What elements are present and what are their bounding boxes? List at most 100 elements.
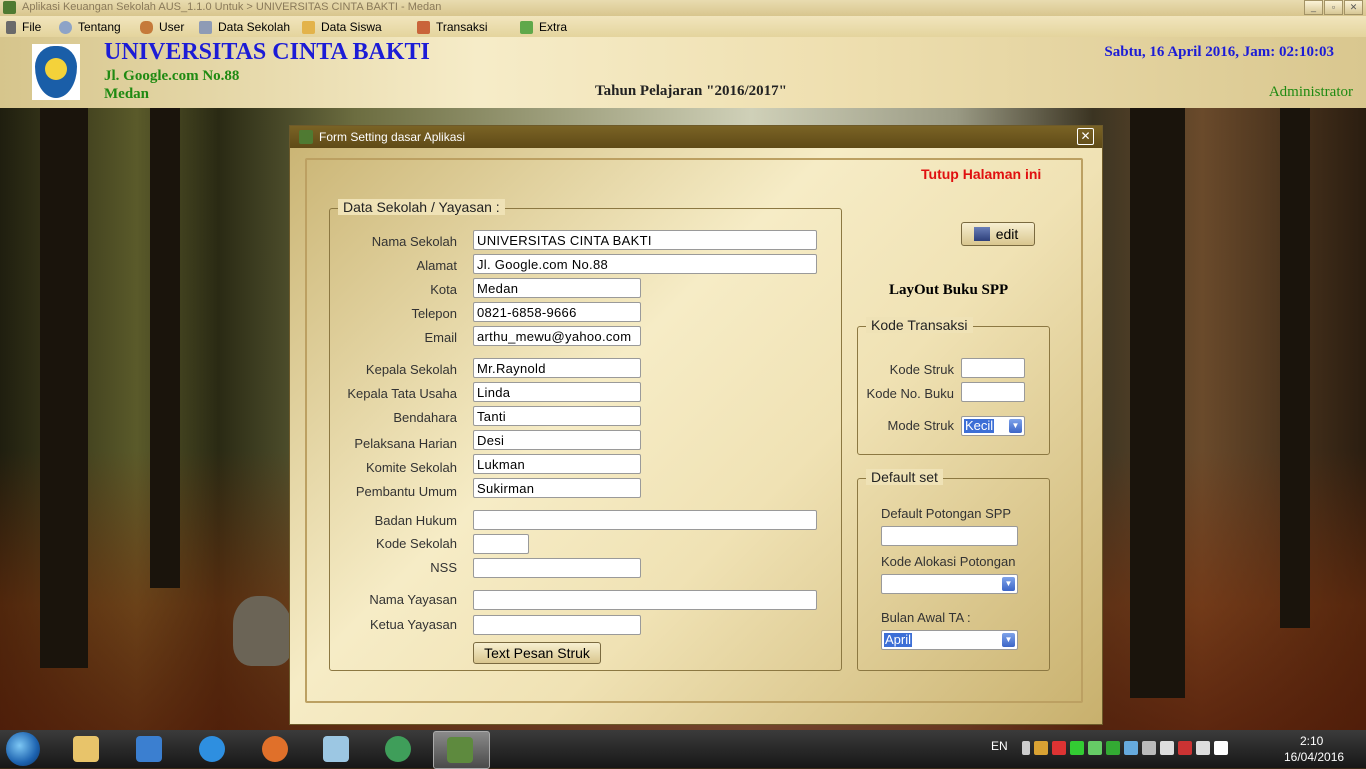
app-icon — [3, 1, 16, 14]
network-icon[interactable] — [1178, 741, 1192, 755]
tray-icon[interactable] — [1034, 741, 1048, 755]
dialog-icon — [299, 130, 313, 144]
kode-struk-field[interactable] — [961, 358, 1025, 378]
kode-buku-field[interactable] — [961, 382, 1025, 402]
tray-icon[interactable] — [1106, 741, 1120, 755]
label-badan-hukum: Badan Hukum — [374, 513, 457, 528]
kota-field[interactable]: Medan — [473, 278, 641, 298]
label-nama-sekolah: Nama Sekolah — [371, 234, 457, 249]
label-komite: Komite Sekolah — [365, 460, 457, 475]
kepala-sekolah-field[interactable]: Mr.Raynold — [473, 358, 641, 378]
tree-trunk — [150, 108, 180, 588]
volume-icon[interactable] — [1196, 741, 1210, 755]
clock-date[interactable]: 16/04/2016 — [1284, 750, 1344, 764]
language-indicator[interactable]: EN — [991, 739, 1008, 753]
pembantu-field[interactable]: Sukirman — [473, 478, 641, 498]
menu-extra[interactable]: Extra — [520, 19, 567, 35]
kode-sekolah-field[interactable] — [473, 534, 529, 554]
label-ketua-yayasan: Ketua Yayasan — [370, 617, 457, 632]
tray-icon[interactable] — [1142, 741, 1156, 755]
rock — [233, 596, 293, 666]
show-hidden-icon[interactable] — [1022, 741, 1030, 755]
bluetooth-icon[interactable] — [1124, 741, 1138, 755]
tray-icon[interactable] — [1214, 741, 1228, 755]
group-label: Kode Transaksi — [866, 317, 973, 333]
telepon-field[interactable]: 0821-6858-9666 — [473, 302, 641, 322]
alamat-field[interactable]: Jl. Google.com No.88 — [473, 254, 817, 274]
menu-label: Data Siswa — [321, 20, 382, 34]
taskbar-media-player[interactable] — [123, 731, 175, 767]
default-potongan-field[interactable] — [881, 526, 1018, 546]
chevron-down-icon[interactable]: ▼ — [1002, 633, 1015, 647]
taskbar-explorer[interactable] — [60, 731, 112, 767]
menu-file[interactable]: File — [6, 19, 41, 35]
edit-button-label: edit — [995, 226, 1019, 242]
window-title: Aplikasi Keuangan Sekolah AUS_1.1.0 Untu… — [22, 1, 442, 13]
school-icon — [199, 20, 212, 34]
dialog-close-button[interactable]: ✕ — [1077, 128, 1094, 145]
close-window-button[interactable]: ✕ — [1344, 0, 1363, 15]
menu-bar: File Tentang User Data Sekolah Data Sisw… — [0, 16, 1366, 37]
dialog-title: Form Setting dasar Aplikasi — [319, 130, 466, 144]
taskbar-notepad[interactable] — [310, 731, 362, 767]
edit-button[interactable]: edit — [961, 222, 1035, 246]
tray-icon[interactable] — [1070, 741, 1084, 755]
menu-label: File — [22, 20, 42, 34]
maximize-button[interactable]: ▫ — [1324, 0, 1343, 15]
taskbar-firefox[interactable] — [249, 731, 301, 767]
system-tray — [1022, 741, 1228, 755]
user-icon — [140, 20, 153, 34]
label-alamat: Alamat — [416, 258, 457, 273]
university-address: Jl. Google.com No.88 — [104, 68, 240, 84]
gear-icon — [59, 20, 72, 34]
komite-field[interactable]: Lukman — [473, 454, 641, 474]
start-button[interactable] — [6, 732, 40, 766]
menu-data-sekolah[interactable]: Data Sekolah — [199, 19, 290, 35]
label-pelaksana: Pelaksana Harian — [354, 436, 457, 451]
edit-icon — [974, 227, 990, 241]
nss-field[interactable] — [473, 558, 641, 578]
tray-icon[interactable] — [1160, 741, 1174, 755]
kepala-tu-field[interactable]: Linda — [473, 382, 641, 402]
tray-icon[interactable] — [1052, 741, 1066, 755]
tray-icon[interactable] — [1088, 741, 1102, 755]
dialog-title-bar: Form Setting dasar Aplikasi ✕ — [290, 126, 1102, 148]
kode-alokasi-dropdown[interactable]: ▼ — [881, 574, 1018, 594]
email-field[interactable]: arthu_mewu@yahoo.com — [473, 326, 641, 346]
app-header: UNIVERSITAS CINTA BAKTI Jl. Google.com N… — [0, 37, 1366, 108]
taskbar-app-active[interactable] — [433, 731, 490, 769]
minimize-button[interactable]: _ — [1304, 0, 1323, 15]
label-email: Email — [424, 330, 457, 345]
menu-label: Extra — [539, 20, 568, 34]
clock-time[interactable]: 2:10 — [1300, 734, 1323, 748]
menu-user[interactable]: User — [140, 19, 184, 35]
mode-struk-dropdown[interactable]: Kecil ▼ — [961, 416, 1025, 436]
menu-transaksi[interactable]: Transaksi — [417, 19, 488, 35]
pelaksana-field[interactable]: Desi — [473, 430, 641, 450]
menu-tentang[interactable]: Tentang — [59, 19, 121, 35]
text-pesan-struk-button[interactable]: Text Pesan Struk — [473, 642, 601, 664]
university-city: Medan — [104, 86, 149, 102]
menu-label: Transaksi — [436, 20, 488, 34]
bendahara-field[interactable]: Tanti — [473, 406, 641, 426]
ketua-yayasan-field[interactable] — [473, 615, 641, 635]
nama-sekolah-field[interactable]: UNIVERSITAS CINTA BAKTI — [473, 230, 817, 250]
bulan-awal-dropdown[interactable]: April ▼ — [881, 630, 1018, 650]
notepad-icon — [323, 736, 349, 762]
close-page-link[interactable]: Tutup Halaman ini — [921, 166, 1041, 182]
taskbar: EN 2:10 16/04/2016 — [0, 730, 1366, 769]
badan-hukum-field[interactable] — [473, 510, 817, 530]
menu-data-siswa[interactable]: Data Siswa — [302, 19, 382, 35]
label-bendahara: Bendahara — [393, 410, 457, 425]
label-kode-sekolah: Kode Sekolah — [376, 536, 457, 551]
label-mode-struk: Mode Struk — [887, 418, 954, 433]
window-title-bar: Aplikasi Keuangan Sekolah AUS_1.1.0 Untu… — [0, 0, 1366, 16]
globe-icon — [385, 736, 411, 762]
settings-dialog: Form Setting dasar Aplikasi ✕ Tutup Hala… — [289, 125, 1103, 725]
tree-trunk — [1280, 108, 1310, 628]
chevron-down-icon[interactable]: ▼ — [1002, 577, 1015, 591]
chevron-down-icon[interactable]: ▼ — [1009, 419, 1022, 433]
taskbar-ie[interactable] — [186, 731, 238, 767]
taskbar-globe[interactable] — [372, 731, 424, 767]
nama-yayasan-field[interactable] — [473, 590, 817, 610]
